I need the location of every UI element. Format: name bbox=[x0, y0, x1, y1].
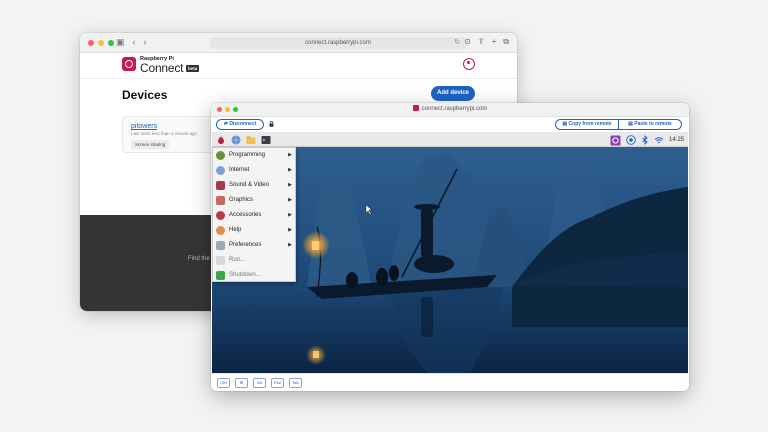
close-window-button[interactable] bbox=[88, 40, 94, 46]
menu-item-run[interactable]: Run... bbox=[213, 253, 295, 268]
menu-item-internet[interactable]: Internet ▶ bbox=[213, 163, 295, 178]
browser-nav: ▣ ‹ › bbox=[116, 37, 147, 48]
accessories-icon bbox=[216, 211, 225, 220]
zoom-window-button[interactable] bbox=[108, 40, 114, 46]
device-last-seen: Last seen less than a minute ago bbox=[131, 131, 198, 136]
window-title: connect.raspberrypi.com bbox=[211, 105, 689, 112]
minimize-window-button[interactable] bbox=[98, 40, 104, 46]
run-icon bbox=[216, 256, 225, 265]
submenu-arrow-icon: ▶ bbox=[288, 167, 292, 173]
page-title: Devices bbox=[122, 88, 168, 102]
ctrl-key-button[interactable]: Ctrl bbox=[217, 378, 230, 388]
esc-key-button[interactable]: Esc bbox=[271, 378, 284, 388]
disconnect-button[interactable]: ⇄ Disconnect bbox=[216, 119, 264, 130]
paste-to-remote-button[interactable]: ▤ Paste to remote bbox=[618, 119, 682, 130]
submenu-arrow-icon: ▶ bbox=[288, 152, 292, 158]
menu-item-label: Programming bbox=[229, 152, 266, 158]
menu-item-label: Shutdown... bbox=[229, 272, 261, 278]
screen-sharing-button[interactable]: Screen sharing bbox=[131, 140, 170, 149]
menu-item-graphics[interactable]: Graphics ▶ bbox=[213, 193, 295, 208]
windows-key-button[interactable]: ⊞ bbox=[235, 378, 248, 388]
menu-item-label: Accessories bbox=[229, 212, 262, 218]
disconnect-label: Disconnect bbox=[229, 121, 257, 127]
copy-label: Copy from remote bbox=[568, 121, 612, 127]
menu-item-label: Preferences bbox=[229, 242, 262, 248]
paste-label: Paste to remote bbox=[634, 121, 672, 127]
address-bar[interactable]: connect.raspberrypi.com ↻ bbox=[210, 37, 466, 49]
new-tab-icon[interactable]: + bbox=[492, 37, 497, 47]
remote-taskbar: 14:25 bbox=[212, 133, 688, 147]
add-device-button[interactable]: Add device bbox=[431, 86, 475, 101]
sidebar-toggle-icon[interactable]: ▣ bbox=[116, 37, 125, 48]
browser-tools: ⊙ ⇪ + ⧉ bbox=[464, 37, 509, 47]
footer-text: Find the bbox=[188, 256, 210, 262]
favicon-icon bbox=[412, 105, 419, 111]
bluetooth-icon[interactable] bbox=[641, 135, 649, 145]
clock: 14:25 bbox=[668, 137, 684, 143]
menu-item-help[interactable]: Help ▶ bbox=[213, 223, 295, 238]
back-arrow-icon[interactable]: ‹ bbox=[133, 37, 136, 48]
raspberry-menu-icon[interactable] bbox=[216, 135, 226, 145]
menu-item-accessories[interactable]: Accessories ▶ bbox=[213, 208, 295, 223]
menu-item-sound-video[interactable]: Sound & Video ▶ bbox=[213, 178, 295, 193]
alt-key-button[interactable]: Alt bbox=[253, 378, 266, 388]
file-manager-icon[interactable] bbox=[246, 135, 256, 145]
menu-item-label: Graphics bbox=[229, 197, 254, 203]
window-controls bbox=[88, 40, 114, 46]
reload-icon[interactable]: ↻ bbox=[454, 37, 460, 49]
connect-toolbar: ⇄ Disconnect ▤ Copy from remote ▤ Paste … bbox=[211, 117, 689, 133]
menu-item-preferences[interactable]: Preferences ▶ bbox=[213, 238, 295, 253]
remote-screen-window: connect.raspberrypi.com ⇄ Disconnect ▤ C… bbox=[211, 103, 689, 391]
shutdown-icon bbox=[216, 271, 225, 280]
terminal-icon[interactable] bbox=[261, 135, 271, 145]
url-text: connect.raspberrypi.com bbox=[305, 40, 371, 46]
special-keys-bar: Ctrl ⊞ Alt Esc Tab bbox=[211, 373, 689, 391]
programming-icon bbox=[216, 151, 225, 160]
account-icon[interactable] bbox=[463, 58, 475, 70]
menu-item-label: Internet bbox=[229, 167, 250, 173]
wifi-icon[interactable] bbox=[654, 136, 664, 145]
software-update-icon[interactable] bbox=[610, 135, 621, 146]
browser-titlebar: connect.raspberrypi.com bbox=[211, 103, 689, 117]
brand-product: Connect bbox=[140, 61, 184, 75]
menu-item-programming[interactable]: Programming ▶ bbox=[213, 148, 295, 163]
copy-from-remote-button[interactable]: ▤ Copy from remote bbox=[555, 119, 619, 130]
submenu-arrow-icon: ▶ bbox=[288, 227, 292, 233]
download-icon[interactable]: ⊙ bbox=[464, 37, 471, 47]
help-lifebuoy-icon bbox=[216, 226, 225, 235]
menu-item-label: Help bbox=[229, 227, 242, 233]
application-menu: Programming ▶ Internet ▶ Sound & Video ▶… bbox=[212, 147, 296, 282]
connect-status-icon[interactable] bbox=[626, 135, 636, 145]
sound-video-icon bbox=[216, 181, 225, 190]
system-tray: 14:25 bbox=[610, 134, 684, 146]
tabs-overview-icon[interactable]: ⧉ bbox=[503, 37, 509, 47]
lock-icon bbox=[269, 121, 274, 127]
submenu-arrow-icon: ▶ bbox=[288, 212, 292, 218]
menu-item-label: Sound & Video bbox=[229, 182, 269, 188]
share-icon[interactable]: ⇪ bbox=[478, 37, 485, 47]
preferences-icon bbox=[216, 241, 225, 250]
forward-arrow-icon[interactable]: › bbox=[144, 37, 147, 48]
browser-globe-icon[interactable] bbox=[231, 135, 241, 145]
submenu-arrow-icon: ▶ bbox=[288, 182, 292, 188]
window-url: connect.raspberrypi.com bbox=[421, 106, 488, 112]
beta-badge: beta bbox=[186, 65, 200, 72]
device-name-link[interactable]: pitowers bbox=[131, 123, 157, 130]
menu-item-shutdown[interactable]: Shutdown... bbox=[213, 268, 295, 283]
submenu-arrow-icon: ▶ bbox=[288, 197, 292, 203]
internet-globe-icon bbox=[216, 166, 225, 175]
graphics-icon bbox=[216, 196, 225, 205]
browser-titlebar: ▣ ‹ › connect.raspberrypi.com ↻ ⊙ ⇪ + ⧉ bbox=[80, 33, 517, 53]
raspberry-pi-logo-icon[interactable] bbox=[122, 57, 136, 71]
connect-header: Raspberry Pi Connect beta bbox=[80, 53, 517, 79]
menu-item-label: Run... bbox=[229, 257, 246, 263]
submenu-arrow-icon: ▶ bbox=[288, 242, 292, 248]
tab-key-button[interactable]: Tab bbox=[289, 378, 302, 388]
